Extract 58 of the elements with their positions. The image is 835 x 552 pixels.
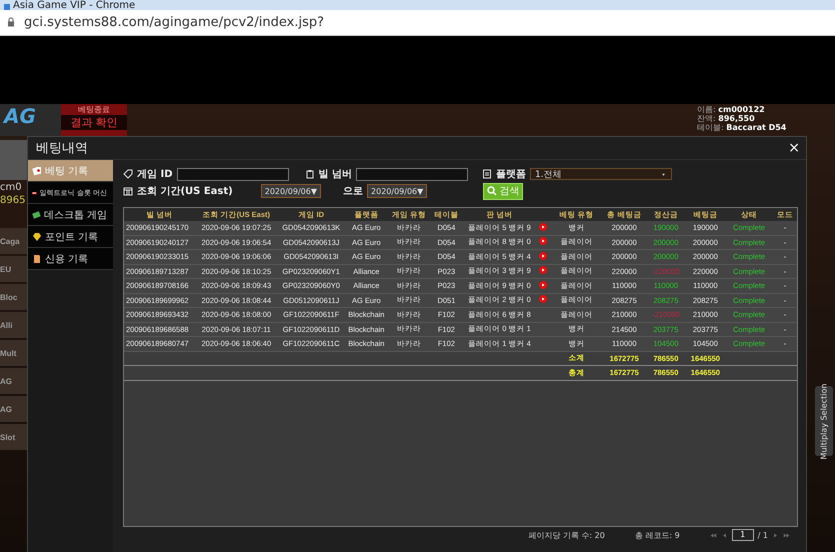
field-label: 조회 기간(US East) [137, 185, 233, 198]
tag-icon [123, 169, 133, 179]
search-icon [487, 186, 498, 196]
player-name: cm0 [0, 182, 23, 193]
per-page-text: 페이지당 기록 수: 20 [528, 530, 605, 540]
page-total: / 1 [758, 530, 768, 540]
game-menu-item[interactable]: AG [0, 396, 27, 422]
modal-title: 베팅내역 [36, 140, 88, 157]
play-icon[interactable] [539, 280, 548, 289]
window-title: Asia Game VIP - Chrome [13, 2, 136, 10]
player-balance: 8965 [0, 195, 26, 206]
diamond-icon [32, 232, 42, 242]
play-icon[interactable] [539, 252, 548, 260]
play-icon[interactable] [539, 295, 548, 304]
cards-icon [32, 166, 42, 176]
info-line: 잔액: 896,550 [697, 114, 756, 123]
document-icon [32, 254, 42, 264]
sidebar-tab[interactable]: 데스크톱 게임 [28, 204, 113, 226]
game-menu-item[interactable]: EU [0, 256, 27, 282]
page-field[interactable]: 1 [732, 529, 754, 541]
app-icon [4, 4, 10, 10]
info-line: 이름: cm000122 [697, 105, 766, 114]
record-count: 총 레코드: 9 [634, 530, 680, 540]
clipboard-icon [304, 169, 315, 179]
field-label: 빌 넘버 [318, 168, 352, 181]
result-button[interactable]: 결과 확인 [61, 115, 127, 130]
date-picker[interactable]: 2020/09/06▼ [367, 184, 428, 198]
field-label: 으로 [343, 185, 364, 198]
last-page-icon [783, 532, 790, 538]
lock-icon [6, 17, 16, 28]
play-icon[interactable] [539, 266, 548, 274]
game-menu-item[interactable]: Caga [0, 228, 27, 254]
close-button[interactable]: × [788, 140, 800, 156]
bill-number-field[interactable] [356, 168, 468, 180]
avatar-placeholder [0, 140, 27, 180]
field-label: 플랫폼 [496, 168, 526, 181]
play-icon[interactable] [539, 222, 548, 231]
game-id-field[interactable] [176, 168, 289, 180]
info-line: 테이블: Baccarat D54 [697, 123, 786, 132]
next-page-icon [772, 532, 779, 538]
calendar-icon [123, 186, 133, 196]
sidebar-tab[interactable]: 포인트 기록 [28, 226, 113, 248]
notice-title: 베팅종료 [78, 104, 110, 115]
play-icon[interactable] [539, 237, 548, 246]
list-icon [482, 169, 492, 179]
logo: AG [0, 104, 61, 136]
game-menu-item[interactable]: Slot [0, 424, 27, 450]
game-menu-item[interactable]: AG [0, 368, 27, 394]
game-menu-item[interactable]: Mult [0, 340, 27, 366]
previous-page-icon [720, 532, 728, 538]
platform-dropdown[interactable]: 1.전체 [530, 168, 672, 180]
date-picker[interactable]: 2020/09/06▼ [260, 184, 322, 198]
game-menu-item[interactable]: Alli [0, 312, 27, 338]
sidebar-tab[interactable]: 신용 기록 [28, 248, 113, 270]
field-label: 게임 ID [137, 168, 173, 181]
game-menu-item[interactable]: Bloc [0, 284, 27, 310]
first-page-icon [710, 532, 717, 538]
money-icon [32, 210, 41, 220]
